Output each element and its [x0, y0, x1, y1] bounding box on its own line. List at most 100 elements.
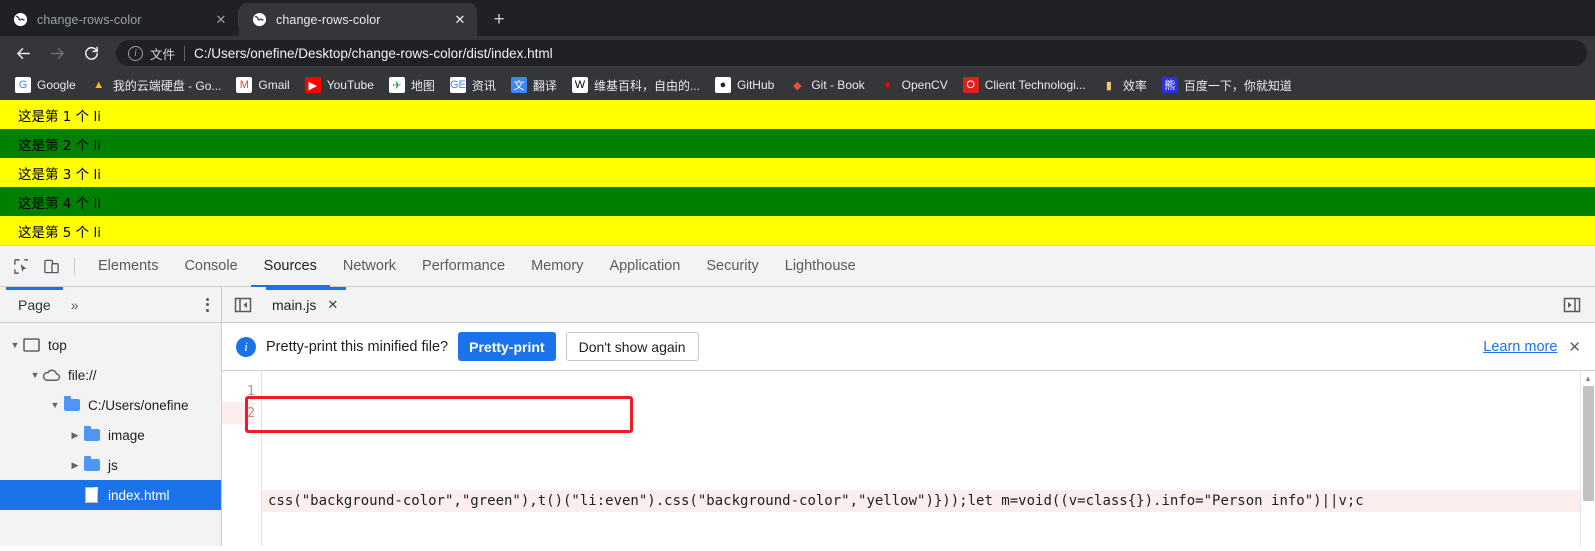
forward-button[interactable] — [42, 38, 72, 68]
bookmark-label: Gmail — [258, 78, 290, 92]
devtools-tab-memory[interactable]: Memory — [518, 246, 596, 287]
bookmark-item[interactable]: ▶ YouTube — [298, 74, 381, 96]
page-viewport: 这是第 1 个 li 这是第 2 个 li 这是第 3 个 li 这是第 4 个 li… — [0, 100, 1595, 245]
bookmark-item[interactable]: G Google — [8, 74, 83, 96]
close-icon[interactable]: ✕ — [212, 11, 230, 29]
globe-icon — [251, 12, 267, 28]
reload-button[interactable] — [76, 38, 106, 68]
bookmark-item[interactable]: ● OpenCV — [873, 74, 955, 96]
pretty-print-button[interactable]: Pretty-print — [458, 332, 556, 361]
chevron-right-icon[interactable]: ▶ — [68, 460, 82, 471]
devtools-tab-performance[interactable]: Performance — [409, 246, 518, 287]
file-tab-label: main.js — [272, 296, 317, 313]
bookmark-item[interactable]: ▮ 效率 — [1094, 74, 1154, 96]
line-number: 2 — [222, 402, 255, 424]
bookmark-item[interactable]: ◆ Git - Book — [782, 74, 871, 96]
more-options-icon[interactable] — [193, 291, 221, 319]
dont-show-again-button[interactable]: Don't show again — [565, 332, 699, 361]
bookmark-label: 维基百科，自由的... — [593, 78, 700, 93]
close-icon[interactable]: ✕ — [1568, 338, 1581, 356]
tree-item[interactable]: index.html — [0, 480, 221, 510]
bookmark-item[interactable]: W 维基百科，自由的... — [565, 74, 707, 96]
devtools-tab-lighthouse[interactable]: Lighthouse — [772, 246, 869, 287]
chevron-down-icon[interactable]: ▼ — [8, 340, 22, 350]
learn-more-link[interactable]: Learn more — [1483, 339, 1557, 355]
page-list-item: 这是第 1 个 li — [0, 100, 1595, 129]
devtools-tab-elements[interactable]: Elements — [85, 246, 171, 287]
google-icon: G — [15, 77, 31, 93]
close-icon[interactable]: ✕ — [327, 297, 338, 313]
devtools-tab-security[interactable]: Security — [693, 246, 771, 287]
bookmark-label: 翻译 — [532, 78, 557, 93]
chevron-down-icon[interactable]: ▼ — [28, 370, 42, 380]
devtools-tab-sources[interactable]: Sources — [250, 246, 331, 287]
tree-item[interactable]: ▼ file:// — [0, 360, 221, 390]
page-list-item: 这是第 5 个 li — [0, 216, 1595, 245]
page-list-item-label: 这是第 4 个 li — [18, 195, 101, 212]
bookmark-item[interactable]: GE 资讯 — [443, 74, 503, 96]
bookmark-item[interactable]: O Client Technologi... — [956, 74, 1093, 96]
bookmark-item[interactable]: ✈ 地图 — [382, 74, 442, 96]
devtools-tab-console[interactable]: Console — [171, 246, 250, 287]
tree-item[interactable]: ▶ image — [0, 420, 221, 450]
tree-item[interactable]: ▶ js — [0, 450, 221, 480]
inspect-element-icon[interactable] — [6, 252, 36, 280]
chevron-down-icon[interactable]: ▼ — [48, 400, 62, 410]
bookmark-item[interactable]: 文翻译 — [504, 74, 564, 96]
bookmark-label: 效率 — [1122, 78, 1147, 93]
file-tab-main-js[interactable]: main.js ✕ — [266, 286, 347, 323]
google-drive-icon: ▲ — [93, 79, 105, 91]
editor-pane: main.js ✕ i Pretty-print this minified f… — [222, 286, 1595, 546]
new-tab-button[interactable]: + — [485, 5, 513, 33]
bookmark-item[interactable]: ▲ 我的云端硬盘 - Go... — [84, 74, 229, 96]
bookmark-label: OpenCV — [901, 78, 948, 92]
chevron-right-icon[interactable]: ▶ — [68, 430, 82, 441]
show-debugger-sidebar-icon[interactable] — [1559, 292, 1585, 318]
info-icon: i — [236, 336, 256, 357]
youtube-icon: ▶ — [304, 77, 321, 93]
navigator-tab-page[interactable]: Page — [6, 286, 63, 323]
tree-item[interactable]: ▼ C:/Users/onefine — [0, 390, 221, 420]
folder-icon — [62, 396, 81, 414]
navigator-tab-bar: Page » — [0, 286, 221, 323]
toggle-device-toolbar-icon[interactable] — [36, 252, 66, 280]
code-content[interactable]: css("background-color","green"),t()("li:… — [262, 371, 1595, 546]
bookmark-label: 我的云端硬盘 - Go... — [112, 78, 222, 93]
browser-toolbar: i 文件 C:/Users/onefine/Desktop/change-row… — [0, 36, 1595, 70]
code-line-2[interactable]: css("background-color","green"),t()("li:… — [262, 490, 1595, 512]
bookmark-item[interactable]: 熊百度一下，你就知道 — [1155, 74, 1299, 96]
page-list-item-label: 这是第 2 个 li — [18, 137, 101, 154]
bookmark-item[interactable]: M Gmail — [229, 74, 296, 96]
browser-tab-1[interactable]: change-rows-color ✕ — [0, 3, 238, 36]
page-info-icon[interactable]: i — [128, 45, 143, 61]
back-button[interactable] — [8, 38, 38, 68]
scrollbar-thumb[interactable] — [1583, 386, 1594, 501]
git-icon: ◆ — [793, 79, 802, 92]
close-icon[interactable]: ✕ — [451, 11, 469, 29]
bookmark-label: Git - Book — [811, 78, 865, 92]
page-list-item: 这是第 2 个 li — [0, 129, 1595, 158]
bookmark-item[interactable]: ● GitHub — [708, 74, 781, 96]
opencv-icon: ● — [884, 79, 891, 91]
chevron-double-right-icon[interactable]: » — [63, 297, 87, 313]
devtools-tab-network[interactable]: Network — [330, 246, 409, 287]
tree-item[interactable]: ▼ top — [0, 330, 221, 360]
browser-tab-title: change-rows-color — [37, 12, 142, 27]
show-navigator-icon[interactable] — [230, 292, 256, 318]
code-editor[interactable]: 1 2 css("background-color","green"),t()("… — [222, 371, 1595, 546]
scroll-up-icon[interactable]: ▲ — [1581, 371, 1595, 386]
page-list-item-label: 这是第 1 个 li — [18, 108, 101, 125]
browser-tab-strip: change-rows-color ✕ change-rows-color ✕ … — [0, 0, 1595, 36]
bookmarks-bar: G Google ▲ 我的云端硬盘 - Go... M Gmail ▶ YouTube ✈ 地图 G… — [0, 70, 1595, 100]
github-icon: ● — [714, 77, 731, 93]
editor-vertical-scrollbar[interactable]: ▲ — [1580, 371, 1595, 546]
devtools-tab-application[interactable]: Application — [596, 246, 693, 287]
google-news-icon: GE — [449, 77, 466, 93]
address-bar[interactable]: i 文件 C:/Users/onefine/Desktop/change-row… — [116, 40, 1587, 66]
file-tab-bar: main.js ✕ — [222, 286, 1595, 323]
file-icon — [82, 487, 101, 504]
tree-item-label: index.html — [108, 487, 170, 503]
line-number: 1 — [246, 383, 255, 399]
browser-tab-2[interactable]: change-rows-color ✕ — [239, 3, 477, 36]
